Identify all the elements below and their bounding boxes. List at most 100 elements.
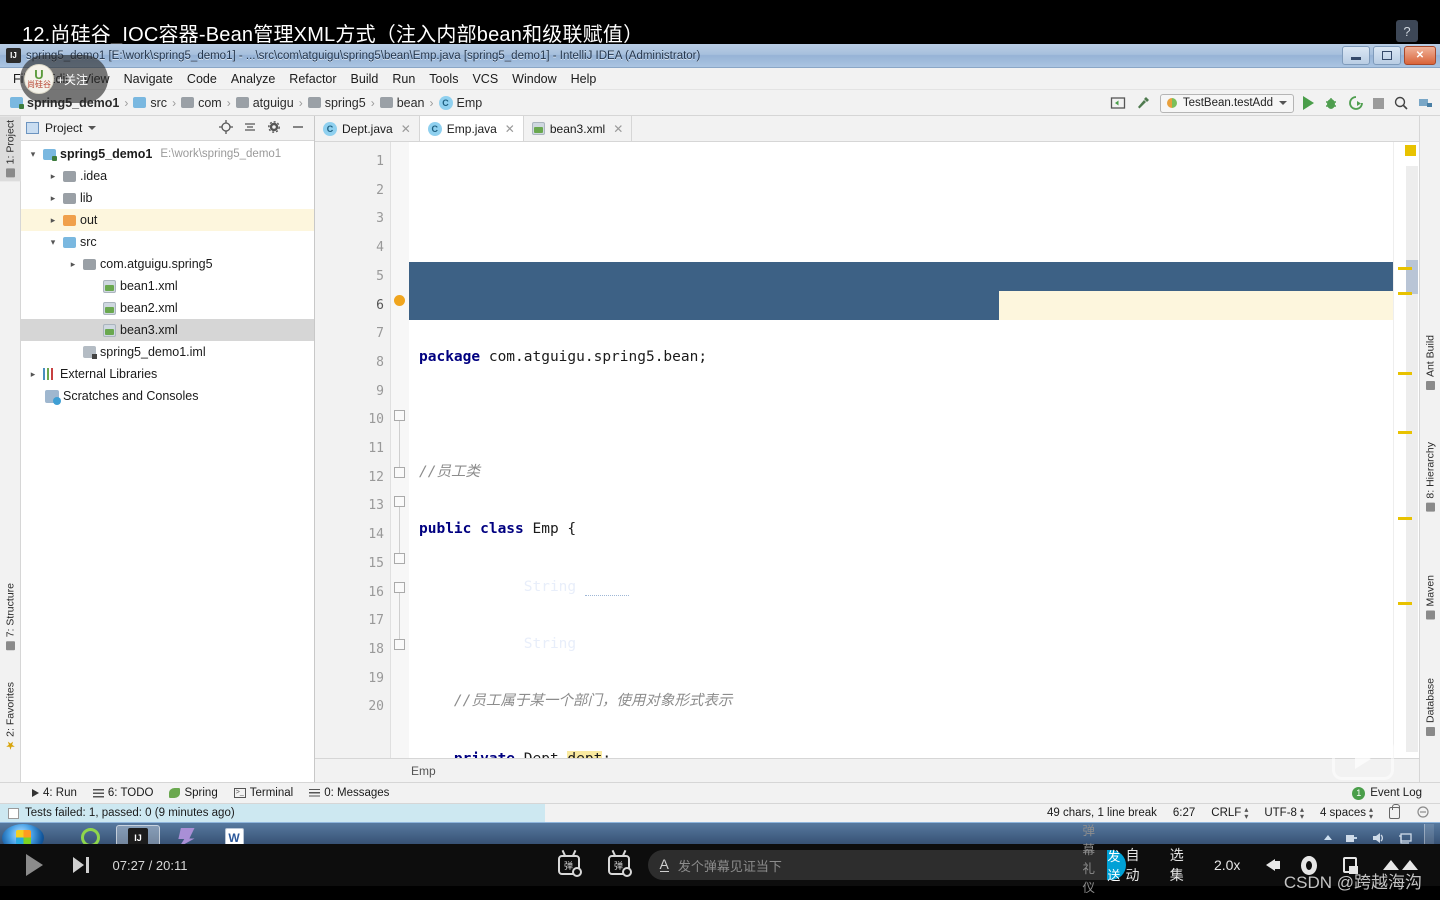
search-icon[interactable] xyxy=(1393,95,1409,111)
tree-item-bean3[interactable]: bean3.xml xyxy=(21,319,314,341)
menu-item-tools[interactable]: Tools xyxy=(422,70,465,88)
scrollbar-thumb[interactable] xyxy=(1406,260,1418,294)
avatar[interactable]: U 尚硅谷 xyxy=(24,64,54,94)
build-hammer-icon[interactable] xyxy=(1135,95,1151,111)
scroll-from-source-icon[interactable] xyxy=(219,119,233,137)
menu-item-analyze[interactable]: Analyze xyxy=(224,70,282,88)
chevron-right-icon[interactable] xyxy=(47,171,59,182)
restore-button[interactable] xyxy=(1373,46,1401,65)
tool-button-messages[interactable]: 0: Messages xyxy=(309,787,389,799)
menu-item-vcs[interactable]: VCS xyxy=(465,70,505,88)
episode-list-button[interactable]: 选集 xyxy=(1170,845,1188,885)
tool-button-run[interactable]: 4: Run xyxy=(32,787,77,799)
event-log-button[interactable]: 1 Event Log xyxy=(1352,786,1422,800)
sidebar-item-hierarchy[interactable]: 8: Hierarchy xyxy=(1420,438,1440,516)
menu-item-run[interactable]: Run xyxy=(385,70,422,88)
font-style-icon[interactable]: A xyxy=(659,857,669,872)
code-text-area[interactable]: package com.atguigu.spring5.bean; //员工类 … xyxy=(409,142,1393,758)
project-structure-icon[interactable] xyxy=(1418,95,1434,111)
run-configuration-selector[interactable]: TestBean.testAdd xyxy=(1159,93,1294,113)
fold-marker-icon[interactable] xyxy=(394,496,405,507)
breadcrumb-item-atguigu[interactable]: atguigu xyxy=(234,96,296,110)
menu-item-navigate[interactable]: Navigate xyxy=(117,70,180,88)
close-icon[interactable]: ✕ xyxy=(401,122,411,136)
sidebar-item-maven[interactable]: Maven xyxy=(1420,571,1440,624)
uploader-follow-overlay[interactable]: U 尚硅谷 +关注 xyxy=(20,55,108,103)
lock-icon[interactable] xyxy=(1389,804,1400,819)
fold-marker-icon[interactable] xyxy=(394,410,405,421)
sidebar-item-favorites[interactable]: 2: Favorites xyxy=(0,678,21,754)
close-icon[interactable]: ✕ xyxy=(613,122,623,136)
tab-emp-java[interactable]: C Emp.java ✕ xyxy=(419,116,524,141)
tree-item-package[interactable]: com.atguigu.spring5 xyxy=(21,253,314,275)
tab-bean3-xml[interactable]: bean3.xml ✕ xyxy=(524,116,633,141)
error-stripe-gutter[interactable] xyxy=(1393,142,1419,758)
send-danmaku-button[interactable]: 发送 xyxy=(1107,849,1126,883)
sidebar-item-database[interactable]: Database xyxy=(1420,674,1440,740)
breadcrumb-item-bean[interactable]: bean xyxy=(378,96,427,110)
next-episode-button[interactable] xyxy=(73,857,89,873)
warning-marker[interactable] xyxy=(1398,292,1412,295)
tab-dept-java[interactable]: C Dept.java ✕ xyxy=(315,116,420,141)
show-hidden-icons-icon[interactable] xyxy=(1324,835,1332,840)
menu-item-build[interactable]: Build xyxy=(344,70,386,88)
run-button-icon[interactable] xyxy=(1303,96,1314,110)
breadcrumb-item-com[interactable]: com xyxy=(179,96,224,110)
playback-speed-button[interactable]: 2.0x xyxy=(1214,857,1240,873)
fold-marker-icon[interactable] xyxy=(394,467,405,478)
vcs-icon[interactable] xyxy=(1416,805,1430,822)
menu-item-help[interactable]: Help xyxy=(564,70,604,88)
volume-icon[interactable] xyxy=(1266,859,1281,871)
tree-item-src[interactable]: src xyxy=(21,231,314,253)
help-icon[interactable]: ? xyxy=(1396,20,1418,42)
breadcrumb-item-emp[interactable]: C Emp xyxy=(437,95,485,110)
warning-marker[interactable] xyxy=(1398,431,1412,434)
tree-item-idea[interactable]: .idea xyxy=(21,165,314,187)
danmaku-on-icon[interactable]: 弹 xyxy=(607,855,632,877)
inspection-status-icon[interactable] xyxy=(1405,145,1416,156)
scrollbar-track[interactable] xyxy=(1406,166,1418,752)
hide-panel-icon[interactable] xyxy=(291,120,305,137)
gear-icon[interactable] xyxy=(267,120,281,137)
debug-bug-icon[interactable] xyxy=(1323,95,1339,111)
intention-bulb-icon[interactable] xyxy=(394,295,405,306)
close-icon[interactable]: ✕ xyxy=(505,122,515,136)
tree-item-scratches[interactable]: Scratches and Consoles xyxy=(21,385,314,407)
chevron-right-icon[interactable] xyxy=(47,215,59,226)
chevron-right-icon[interactable] xyxy=(67,259,79,270)
sidebar-item-ant-build[interactable]: Ant Build xyxy=(1420,331,1440,394)
video-play-overlay-icon[interactable] xyxy=(1332,738,1394,780)
toggle-toolbar-icon[interactable] xyxy=(1110,95,1126,111)
chevron-down-icon[interactable] xyxy=(47,237,59,248)
quality-auto-button[interactable]: 自动 xyxy=(1126,845,1144,885)
tool-button-terminal[interactable]: >_ Terminal xyxy=(233,787,293,799)
chevron-right-icon[interactable] xyxy=(47,193,59,204)
tree-item-bean2[interactable]: bean2.xml xyxy=(21,297,314,319)
menu-item-window[interactable]: Window xyxy=(505,70,563,88)
warning-marker[interactable] xyxy=(1398,267,1412,270)
chevron-right-icon[interactable] xyxy=(27,369,39,380)
editor-bottom-breadcrumb[interactable]: Emp xyxy=(315,758,1419,782)
danmaku-input[interactable]: A 发个弹幕见证当下 xyxy=(647,850,1073,880)
tree-item-module[interactable]: spring5_demo1 E:\work\spring5_demo1 xyxy=(21,143,314,165)
minimize-button[interactable] xyxy=(1342,46,1370,65)
sidebar-item-project[interactable]: 1: Project xyxy=(0,116,21,182)
collapse-all-icon[interactable] xyxy=(243,120,257,137)
sidebar-item-structure[interactable]: 7: Structure xyxy=(0,579,21,654)
status-encoding[interactable]: UTF-8 ▴ ▾ xyxy=(1264,806,1304,821)
danmaku-etiquette-link[interactable]: 弹幕礼仪 › xyxy=(1072,824,1108,900)
menu-item-refactor[interactable]: Refactor xyxy=(282,70,343,88)
tree-item-out[interactable]: out xyxy=(21,209,314,231)
fold-marker-icon[interactable] xyxy=(394,639,405,650)
follow-button-label[interactable]: +关注 xyxy=(57,71,88,88)
fold-marker-icon[interactable] xyxy=(394,582,405,593)
close-button[interactable]: ✕ xyxy=(1404,46,1436,65)
warning-marker[interactable] xyxy=(1398,602,1412,605)
play-button[interactable] xyxy=(26,854,43,876)
breadcrumb-item-src[interactable]: src xyxy=(131,96,169,110)
run-with-coverage-icon[interactable] xyxy=(1348,95,1364,111)
status-caret-position[interactable]: 6:27 xyxy=(1173,807,1195,819)
tree-item-iml[interactable]: spring5_demo1.iml xyxy=(21,341,314,363)
stop-button-icon[interactable] xyxy=(1373,97,1384,109)
tool-button-todo[interactable]: 6: TODO xyxy=(92,787,153,799)
